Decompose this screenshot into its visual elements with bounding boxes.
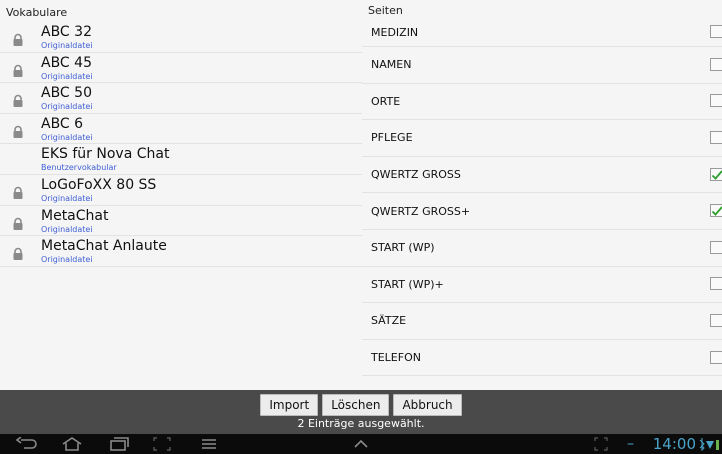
vocabulary-name: LoGoFoXX 80 SS [41, 176, 157, 193]
page-label: START (WP) [371, 241, 435, 255]
page-label: MEDIZIN [371, 25, 419, 39]
page-checkbox[interactable] [710, 94, 722, 108]
lock-icon [11, 124, 25, 138]
recent-apps-icon[interactable] [108, 437, 130, 451]
vocabulary-type: Originaldatei [41, 224, 93, 234]
lock-icon [11, 216, 25, 230]
vocabulary-name: ABC 6 [41, 115, 84, 132]
page-label: PFLEGE [371, 131, 413, 145]
page-label: QWERTZ GROSS+ [371, 204, 471, 218]
page-item[interactable]: SÄTZE [362, 303, 722, 340]
menu-icon[interactable] [200, 437, 218, 451]
page-checkbox[interactable] [710, 25, 722, 38]
status-icons [699, 438, 719, 451]
vocabulary-item[interactable]: ABC 6 Originaldatei [0, 114, 362, 145]
vocabulary-type: Originaldatei [41, 132, 93, 142]
page-checkbox[interactable] [710, 313, 722, 327]
vocabulary-item[interactable]: ABC 32 Originaldatei [0, 22, 362, 53]
vocabulary-panel: Vokabulare ABC 32 Originaldatei ABC 45 Orig… [0, 0, 362, 390]
import-button[interactable]: Import [260, 394, 319, 416]
pages-list: MEDIZIN NAMEN ORTE PFLEGE QWERTZ GROSS QWERTZ… [362, 18, 722, 377]
page-checkbox[interactable] [710, 350, 722, 364]
delete-button[interactable]: Löschen [322, 394, 390, 416]
page-label: ORTE [371, 94, 401, 108]
selection-status: 2 Einträge ausgewählt. [297, 417, 425, 430]
vocabulary-name: EKS für Nova Chat [41, 146, 170, 163]
page-checkbox[interactable] [710, 204, 722, 218]
vocabulary-name: ABC 45 [41, 54, 92, 71]
vocabulary-type: Originaldatei [41, 71, 93, 81]
screenshot-icon[interactable] [152, 437, 172, 451]
page-label: TELEFON [371, 351, 421, 365]
action-bar: Import Löschen Abbruch 2 Einträge ausgew… [0, 390, 722, 434]
page-item[interactable]: QWERTZ GROSS [362, 157, 722, 194]
pages-panel: Seiten MEDIZIN NAMEN ORTE PFLEGE QWERTZ GROS… [362, 0, 722, 390]
vocabulary-type: Benutzervokabular [41, 163, 117, 173]
system-navigation-bar: – 14:00 [0, 434, 722, 454]
vocabulary-item[interactable]: MetaChat Originaldatei [0, 206, 362, 237]
page-checkbox[interactable] [710, 57, 722, 71]
page-item[interactable]: PFLEGE [362, 120, 722, 157]
vocabulary-name: MetaChat Anlaute [41, 238, 167, 255]
clock: 14:00 [652, 435, 696, 453]
lock-icon [11, 246, 25, 261]
page-item[interactable]: NAMEN [362, 47, 722, 84]
vocabulary-name: ABC 32 [41, 24, 92, 40]
page-checkbox[interactable] [710, 167, 722, 181]
page-label: QWERTZ GROSS [371, 168, 461, 182]
home-icon[interactable] [60, 437, 84, 451]
page-item[interactable]: ORTE [362, 84, 722, 121]
status-separator-icon: – [627, 436, 634, 452]
lock-icon [11, 93, 25, 108]
page-label: SÄTZE [371, 314, 407, 328]
lock-icon [11, 185, 25, 199]
page-checkbox[interactable] [710, 240, 722, 254]
vocabulary-type: Originaldatei [41, 255, 93, 265]
page-item[interactable]: MEDIZIN [362, 18, 722, 47]
vocabulary-name: MetaChat [41, 207, 109, 224]
button-row: Import Löschen Abbruch [0, 394, 722, 416]
page-checkbox[interactable] [710, 277, 722, 291]
vocabulary-header: Vokabulare [6, 6, 68, 19]
vocabulary-item[interactable]: LoGoFoXX 80 SS Originaldatei [0, 175, 362, 206]
page-checkbox[interactable] [710, 130, 722, 144]
lock-icon [11, 32, 25, 46]
page-label: START (WP)+ [371, 277, 444, 291]
vocabulary-item[interactable]: EKS für Nova Chat Benutzervokabular [0, 144, 362, 175]
vocabulary-item[interactable]: MetaChat Anlaute Originaldatei [0, 236, 362, 267]
fullscreen-icon[interactable] [594, 437, 608, 451]
chevron-up-icon[interactable] [352, 437, 370, 451]
vocabulary-type: Originaldatei [41, 102, 93, 112]
page-item[interactable]: START (WP)+ [362, 267, 722, 304]
vocabulary-type: Originaldatei [41, 41, 93, 50]
page-item[interactable]: TELEFON [362, 340, 722, 377]
vocabulary-name: ABC 50 [41, 85, 92, 102]
vocabulary-item[interactable]: ABC 50 Originaldatei [0, 83, 362, 114]
page-item[interactable]: START (WP) [362, 230, 722, 267]
cancel-button[interactable]: Abbruch [393, 394, 462, 416]
page-item[interactable]: QWERTZ GROSS+ [362, 193, 722, 230]
vocabulary-type: Originaldatei [41, 193, 93, 203]
page-label: NAMEN [371, 58, 412, 72]
vocabulary-list: ABC 32 Originaldatei ABC 45 Originaldatei AB… [0, 22, 362, 267]
vocabulary-item[interactable]: ABC 45 Originaldatei [0, 53, 362, 84]
back-icon[interactable] [16, 437, 38, 451]
lock-icon [11, 63, 25, 77]
